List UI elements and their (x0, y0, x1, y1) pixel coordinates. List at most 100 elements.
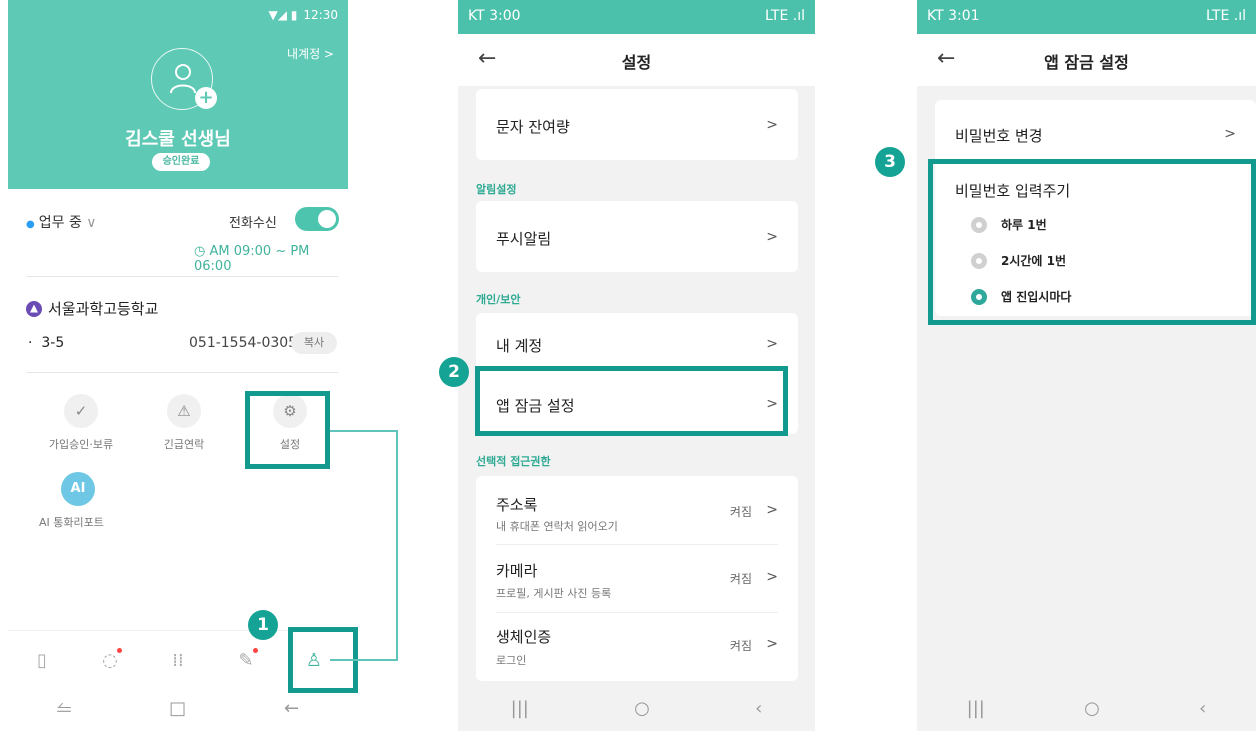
divider (26, 276, 338, 277)
push-alarm-label: 푸시알림 (496, 230, 552, 248)
connector-line (330, 430, 398, 661)
recent-apps-icon[interactable]: ||| (967, 698, 985, 719)
change-password-row[interactable]: 비밀번호 변경 > (935, 100, 1256, 162)
chat-icon[interactable]: ◌ (90, 648, 130, 671)
back-icon[interactable]: ← (284, 698, 299, 719)
sms-balance-row[interactable]: 문자 잔여량 > (476, 89, 798, 160)
home-icon[interactable]: ○ (1084, 698, 1100, 719)
work-hours[interactable]: ◷ AM 09:00 ~ PM 06:00 (194, 244, 348, 274)
section-security: 개인/보안 (476, 293, 521, 306)
menu-label: AI 통화리포트 (39, 516, 104, 529)
approval-badge: 승인완료 (152, 153, 210, 171)
status-bar: ▼◢ ▮ 12:30 (269, 8, 338, 22)
chevron-right-icon: > (766, 502, 778, 518)
permission-label: 카메라 (496, 562, 538, 580)
permission-label: 생체인증 (496, 628, 552, 646)
class-name: · 3-5 (28, 335, 65, 351)
back-icon[interactable]: ‹ (755, 698, 762, 719)
school-row: 서울과학고등학교 (26, 298, 158, 319)
highlight-settings-menu (245, 391, 330, 469)
step-badge-2: 2 (439, 357, 469, 387)
permission-sub: 내 휴대폰 연락처 읽어오기 (496, 520, 618, 533)
my-account-row[interactable]: 내 계정 > (476, 313, 798, 373)
menu-join-approval[interactable]: ✓ 가입승인·보류 (41, 394, 121, 452)
chevron-right-icon: > (766, 569, 778, 585)
divider (26, 372, 338, 373)
status-time: 12:30 (303, 8, 338, 22)
siren-icon: ⚠ (167, 394, 201, 428)
school-logo-icon (26, 300, 42, 317)
copy-button[interactable]: 복사 (291, 332, 337, 354)
permission-sub: 로그인 (496, 654, 527, 667)
add-photo-icon[interactable]: + (195, 87, 217, 109)
status-time: KT 3:00 (468, 8, 521, 24)
chevron-right-icon: > (766, 117, 778, 133)
connector-line (358, 659, 398, 661)
permission-state: 켜짐 (729, 572, 752, 586)
recent-apps-icon[interactable]: ||| (511, 698, 529, 719)
menu-label: 긴급연락 (163, 438, 205, 451)
my-account-link[interactable]: 내계정 > (287, 45, 334, 62)
chevron-right-icon: > (1224, 126, 1236, 142)
push-alarm-row[interactable]: 푸시알림 > (476, 201, 798, 272)
chevron-right-icon: > (766, 229, 778, 245)
chevron-down-icon: ∨ (86, 215, 97, 231)
school-name: 서울과학고등학교 (48, 300, 159, 318)
ai-icon: AI (61, 472, 95, 506)
step-badge-1: 1 (248, 610, 278, 640)
menu-ai-report[interactable]: AI AI 통화리포트 (39, 472, 121, 530)
work-status-label: 업무 중 (38, 215, 82, 231)
notification-dot (117, 648, 122, 653)
call-receive-toggle[interactable] (295, 207, 339, 231)
profile-screen: ▼◢ ▮ 12:30 내계정 > + 김스쿨 선생님 승인완료 ● 업무 중 ∨ … (8, 0, 348, 731)
permission-label: 주소록 (496, 496, 538, 514)
home-icon[interactable]: □ (169, 698, 186, 719)
permissions-card: 주소록 내 휴대폰 연락처 읽어오기 켜짐 > 카메라 프로필, 게시판 사진 … (476, 476, 798, 681)
app-lock-screen: KT 3:01 LTE .ıl ← 앱 잠금 설정 비밀번호 변경 > 비밀번호… (917, 0, 1256, 731)
signal-status: LTE .ıl (1206, 8, 1246, 24)
highlight-password-period (928, 159, 1256, 325)
work-status-dropdown[interactable]: ● 업무 중 ∨ (26, 212, 97, 232)
status-dot-icon: ● (26, 219, 35, 230)
permission-state: 켜짐 (729, 639, 752, 653)
system-navigation: ⥪ □ ← (8, 698, 348, 719)
sms-balance-label: 문자 잔여량 (496, 118, 570, 136)
signal-status: LTE .ıl (765, 8, 805, 24)
wifi-icon: ▼◢ ▮ (268, 8, 298, 22)
page-title: 설정 (621, 53, 652, 72)
recent-apps-icon[interactable]: ⥪ (57, 698, 71, 719)
step-badge-3: 3 (875, 147, 905, 177)
profile-header: ▼◢ ▮ 12:30 내계정 > + 김스쿨 선생님 승인완료 (8, 0, 348, 189)
pen-icon[interactable]: ✎ (226, 648, 266, 671)
check-circle-icon: ✓ (64, 394, 98, 428)
chevron-right-icon: > (766, 336, 778, 352)
menu-emergency-contact[interactable]: ⚠ 긴급연락 (144, 394, 224, 452)
system-navigation: ||| ○ ‹ (458, 698, 815, 719)
page-title: 앱 잠금 설정 (1044, 53, 1129, 72)
clock-icon: ◷ (194, 244, 210, 259)
status-time: KT 3:01 (927, 8, 980, 24)
notification-dot (253, 648, 258, 653)
keypad-icon[interactable]: ⁞⁞ (158, 650, 198, 671)
app-bar: ← 앱 잠금 설정 (917, 34, 1256, 86)
system-navigation: ||| ○ ‹ (917, 698, 1256, 719)
home-icon[interactable]: ○ (634, 698, 650, 719)
back-icon[interactable]: ‹ (1199, 698, 1206, 719)
change-password-label: 비밀번호 변경 (955, 127, 1043, 145)
permission-row-biometric[interactable]: 생체인증 로그인 켜짐 > (476, 612, 798, 680)
status-bar: KT 3:00 LTE .ıl (458, 0, 815, 34)
call-receive-label: 전화수신 (229, 216, 277, 231)
class-name-text: 3-5 (41, 335, 65, 351)
my-account-label: 내 계정 (496, 337, 543, 355)
permission-row-contacts[interactable]: 주소록 내 휴대폰 연락처 읽어오기 켜짐 > (476, 476, 798, 544)
permission-sub: 프로필, 게시판 사진 등록 (496, 587, 612, 600)
permission-row-camera[interactable]: 카메라 프로필, 게시판 사진 등록 켜짐 > (476, 544, 798, 612)
app-bar: ← 설정 (458, 34, 815, 86)
work-hours-text: AM 09:00 ~ PM 06:00 (194, 244, 310, 274)
chevron-right-icon: > (766, 636, 778, 652)
permission-state: 켜짐 (729, 505, 752, 519)
section-optional-permissions: 선택적 접근권한 (476, 455, 551, 468)
phone-icon[interactable]: ▯ (22, 650, 62, 671)
menu-label: 가입승인·보류 (48, 438, 114, 451)
highlight-app-lock-row (475, 366, 788, 436)
